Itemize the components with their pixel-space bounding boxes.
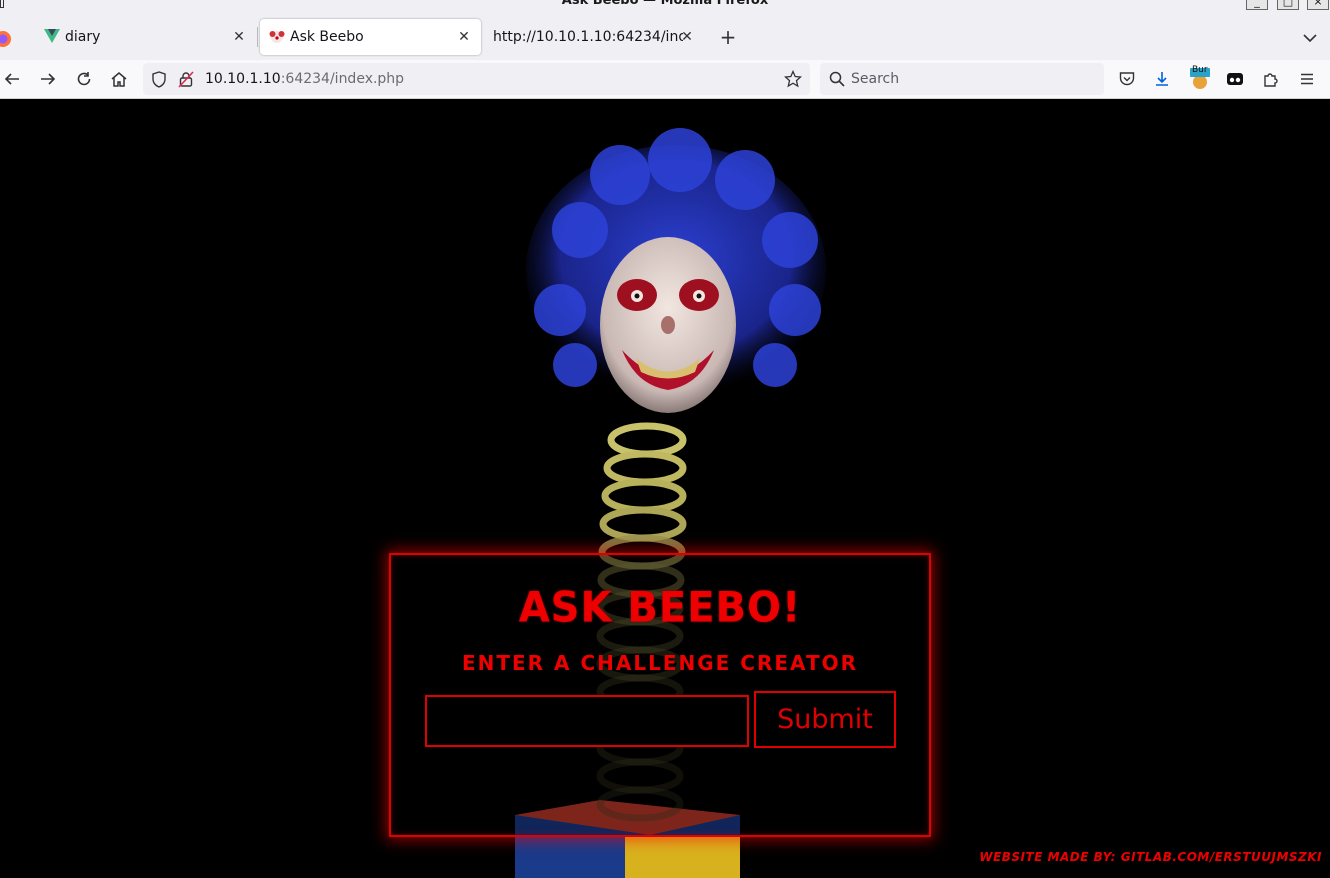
url-host: 10.10.1.10 [205, 71, 281, 87]
chevron-down-icon [1303, 34, 1317, 43]
tab-label: http://10.10.1.10:64234/inde [493, 29, 683, 45]
close-tab-icon[interactable]: ✕ [455, 28, 473, 46]
reload-icon [77, 72, 91, 86]
page-content: ASK BEEBO! ENTER A CHALLENGE CREATOR Sub… [0, 100, 1330, 878]
tab-url[interactable]: http://10.10.1.10:64234/inde ✕ [484, 19, 702, 55]
search-icon [829, 71, 845, 91]
shield-icon[interactable] [151, 71, 167, 92]
url-bar[interactable]: 10.10.1.10:64234/index.php [143, 63, 810, 95]
arrow-left-icon [4, 73, 19, 85]
container-extension-button[interactable] [1223, 67, 1247, 91]
new-tab-button[interactable]: + [716, 26, 740, 50]
pocket-button[interactable] [1115, 67, 1139, 91]
hamburger-menu-icon [1301, 73, 1313, 85]
search-placeholder: Search [851, 71, 900, 87]
tab-ask-beebo[interactable]: Ask Beebo ✕ [260, 19, 481, 55]
submit-button[interactable]: Submit [754, 691, 896, 748]
tab-strip: diary ✕ Ask Beebo ✕ http://10.10.1.10:64… [0, 14, 1330, 60]
download-icon [1156, 72, 1168, 86]
nav-toolbar: 10.10.1.10:64234/index.php Search Bur [0, 60, 1330, 99]
vue-logo-icon [44, 29, 60, 47]
url-text[interactable]: 10.10.1.10:64234/index.php [205, 71, 404, 87]
clown-favicon-icon [269, 29, 285, 49]
extension-badge: Bur [1192, 65, 1208, 75]
ask-beebo-form: ASK BEEBO! ENTER A CHALLENGE CREATOR Sub… [389, 553, 931, 837]
firefox-view-icon[interactable] [0, 30, 12, 48]
search-bar[interactable]: Search [820, 63, 1104, 95]
maximize-button[interactable]: □ [1277, 0, 1299, 10]
app-menu-button[interactable] [1295, 67, 1319, 91]
bookmark-star-icon[interactable] [783, 69, 803, 92]
close-tab-icon[interactable]: ✕ [230, 28, 248, 46]
tab-label: Ask Beebo [290, 29, 364, 45]
home-button[interactable] [107, 67, 131, 91]
close-tab-icon[interactable]: ✕ [678, 28, 696, 46]
arrow-right-icon [41, 73, 56, 85]
website-credit: WEBSITE MADE BY: GITLAB.COM/ERSTUUJMSZKI [979, 850, 1322, 864]
tab-label: diary [65, 29, 101, 45]
window-titlebar: Ask Beebo — Mozilla Firefox _ □ × [0, 0, 1330, 14]
reload-button[interactable] [72, 67, 96, 91]
puzzle-icon [1264, 73, 1278, 87]
form-prompt: ENTER A CHALLENGE CREATOR [461, 651, 859, 675]
list-all-tabs-button[interactable] [1298, 26, 1322, 50]
downloads-button[interactable] [1150, 67, 1174, 91]
close-window-button[interactable]: × [1307, 0, 1329, 10]
challenge-creator-input[interactable] [425, 695, 749, 747]
mask-icon [1227, 73, 1243, 85]
back-button[interactable] [0, 67, 24, 91]
burp-extension-button[interactable]: Bur [1188, 65, 1212, 91]
home-icon [111, 72, 127, 87]
extensions-button[interactable] [1259, 67, 1283, 91]
minimize-button[interactable]: _ [1246, 0, 1268, 10]
tab-diary[interactable]: diary ✕ [34, 19, 256, 55]
window-title: Ask Beebo — Mozilla Firefox [561, 0, 769, 8]
insecure-lock-icon[interactable] [178, 71, 194, 92]
page-title: ASK BEEBO! [518, 583, 802, 633]
url-path: :64234/index.php [280, 71, 405, 87]
pocket-icon [1119, 72, 1135, 86]
forward-button[interactable] [36, 67, 60, 91]
tab-separator [257, 27, 258, 47]
